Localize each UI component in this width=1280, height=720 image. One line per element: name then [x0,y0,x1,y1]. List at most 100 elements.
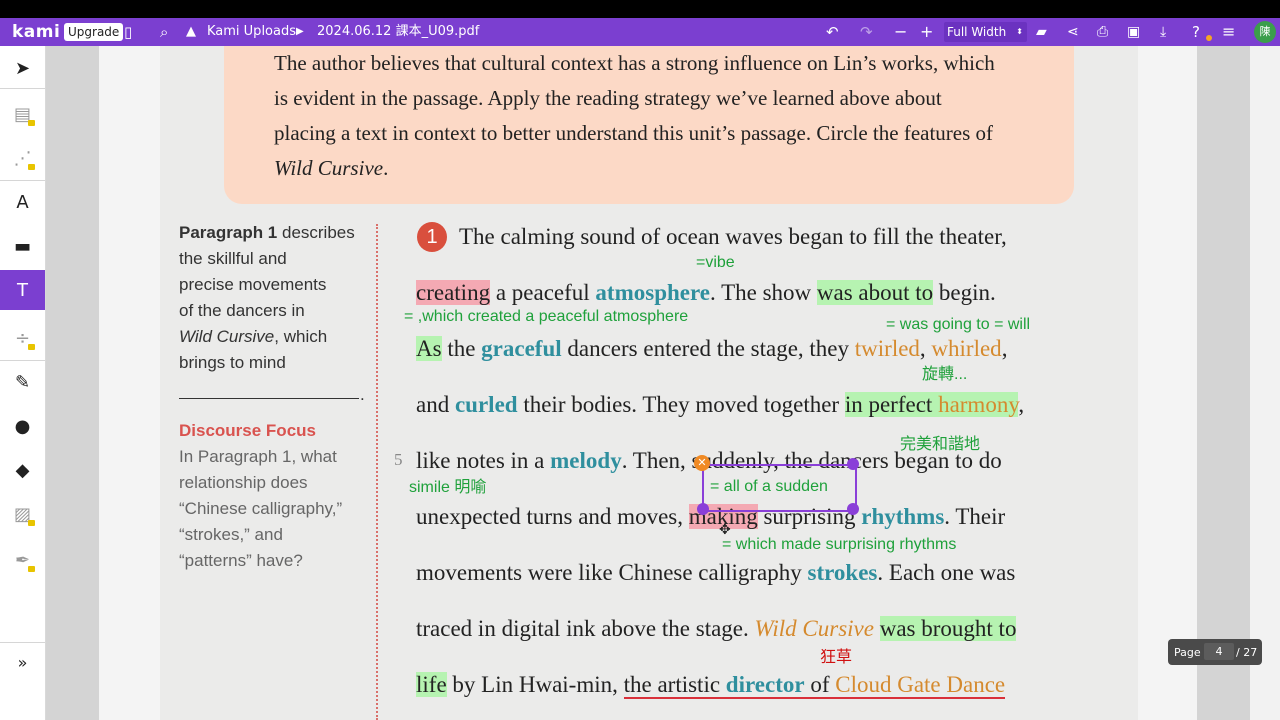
page-navigator: Page 4 / 27 [1168,639,1262,665]
zoom-in-icon[interactable]: + [920,18,933,46]
text: dancers entered the stage, they [561,336,855,361]
divider [0,180,45,181]
text: . Each one was [877,560,1016,585]
page-total: / 27 [1236,646,1258,659]
highlighter-lock-icon[interactable]: ⋰ [0,138,45,178]
answer-blank[interactable]: . [179,376,379,404]
delete-annotation-icon[interactable]: ✕ [694,455,710,471]
highlight[interactable]: was brought to [879,616,1017,641]
page-number-input[interactable]: 4 [1204,643,1234,660]
select-tool-icon[interactable]: ➤ [0,48,45,88]
text-annotation[interactable]: = was going to = will [886,316,1030,334]
text: begin. [933,280,996,305]
highlight[interactable]: in perfect harmony [844,392,1019,417]
text: a peaceful [490,280,596,305]
resize-handle[interactable] [847,458,859,470]
text [874,616,880,641]
passage-line: The calming sound of ocean waves began t… [459,224,1007,249]
download-icon[interactable]: ⤓ [1160,18,1166,46]
paragraph-number-badge: 1 [417,222,447,252]
help-icon[interactable]: ? [1192,18,1200,46]
avatar[interactable]: 陳 [1254,21,1276,43]
text-annotation[interactable]: = ,which created a peaceful atmosphere [404,308,688,326]
print-icon[interactable]: ⎙ [1097,18,1108,46]
zoom-select[interactable]: Full Width ⬍ [944,22,1027,42]
selected-annotation-box[interactable]: = all of a sudden [702,464,857,512]
lock-icon [28,344,35,350]
highlight[interactable]: creating [416,280,491,305]
dictionary-icon[interactable]: ▤ [0,94,45,134]
discourse-text: “patterns” have? [179,551,303,570]
discourse-focus-title: Discourse Focus [179,421,316,440]
highlight[interactable]: was about to [816,280,934,305]
page-label: Page [1174,646,1201,659]
text-tool-icon[interactable]: T [0,270,45,310]
text-annotation[interactable]: simile 明喻 [409,473,486,497]
breadcrumb-folder[interactable]: Kami Uploads [207,18,296,46]
text-annotation[interactable]: 狂草 [820,643,852,667]
text-annotation[interactable]: = which made surprising rhythms [722,536,956,554]
scrollbar[interactable] [1250,46,1280,720]
intro-line: placing a text in context to better unde… [274,121,994,145]
kami-logo[interactable]: kami [12,18,60,46]
document-viewer: The author believes that cultural contex… [46,46,1250,720]
expand-toolbar-icon[interactable]: » [0,642,45,682]
text-annotation[interactable]: =vibe [696,254,735,272]
app-toolbar: kami Upgrade ▯ ⌕ ▲ Kami Uploads ▶ 2024.0… [0,18,1280,46]
resize-handle[interactable] [697,503,709,515]
redo-icon[interactable]: ↷ [860,18,873,46]
text: , [1001,336,1008,361]
paragraph-question: Paragraph 1 describes the skillful and p… [179,220,379,404]
lock-icon [28,120,35,126]
question-text: of the dancers in [179,301,305,320]
resize-handle[interactable] [847,503,859,515]
passage-line: movements were like Chinese calligraphy … [416,558,1015,588]
sidebar-toggle-icon[interactable]: ▯ [124,18,132,46]
text-annotation[interactable]: = all of a sudden [710,478,828,496]
question-text: precise movements [179,275,327,294]
chevron-updown-icon: ⬍ [1016,27,1023,36]
discourse-focus: Discourse Focus In Paragraph 1, what rel… [179,418,379,574]
equation-icon[interactable]: ÷ [0,318,45,358]
text: the artistic [623,672,726,697]
share-icon[interactable]: ⋖ [1067,18,1079,46]
open-folder-icon[interactable]: ▰ [1036,18,1047,46]
zoom-out-icon[interactable]: − [894,18,907,46]
intro-line: is evident in the passage. Apply the rea… [274,86,942,110]
save-icon[interactable]: ▣ [1127,18,1140,46]
text: their bodies. They moved together [517,392,845,417]
text: the [441,336,482,361]
discourse-text: In Paragraph 1, what [179,447,337,466]
text: by Lin Hwai-min, [446,672,624,697]
question-bold: Paragraph 1 [179,223,278,242]
document-filename[interactable]: 2024.06.12 課本_U09.pdf [317,18,479,46]
upgrade-button[interactable]: Upgrade [64,23,124,41]
text: unexpected turns and moves, [416,504,689,529]
underline-annotation[interactable]: the artistic director of Cloud Gate Danc… [623,672,1006,699]
markup-icon[interactable]: A [0,182,45,222]
undo-icon[interactable]: ↶ [826,18,839,46]
text: in perfect [844,392,939,417]
text: like notes in a [416,448,551,473]
signature-icon[interactable]: ✒ [0,540,45,580]
text: , [919,336,932,361]
image-icon[interactable]: ▨ [0,494,45,534]
move-cursor-icon: ✥ [719,522,731,538]
search-icon[interactable]: ⌕ [160,18,168,46]
highlight[interactable]: life [416,672,447,697]
text-annotation[interactable]: 旋轉... [922,360,967,384]
comment-icon[interactable]: ▬ [0,226,45,266]
text-annotation[interactable]: 完美和諧地 [900,430,980,454]
intro-line: The author believes that cultural contex… [274,51,995,75]
question-text: brings to mind [179,353,286,372]
text: and [416,392,455,417]
highlight[interactable]: As [416,336,442,361]
eraser-icon[interactable]: ◆ [0,450,45,490]
dotted-divider [376,224,378,720]
shapes-icon[interactable]: ● [0,406,45,446]
pen-icon[interactable]: ✎ [0,362,45,402]
verb-word: twirled [854,336,920,361]
breadcrumb-chevron-icon: ▶ [296,26,304,37]
menu-icon[interactable]: ≡ [1222,18,1235,46]
vocab-word: melody [550,448,622,473]
